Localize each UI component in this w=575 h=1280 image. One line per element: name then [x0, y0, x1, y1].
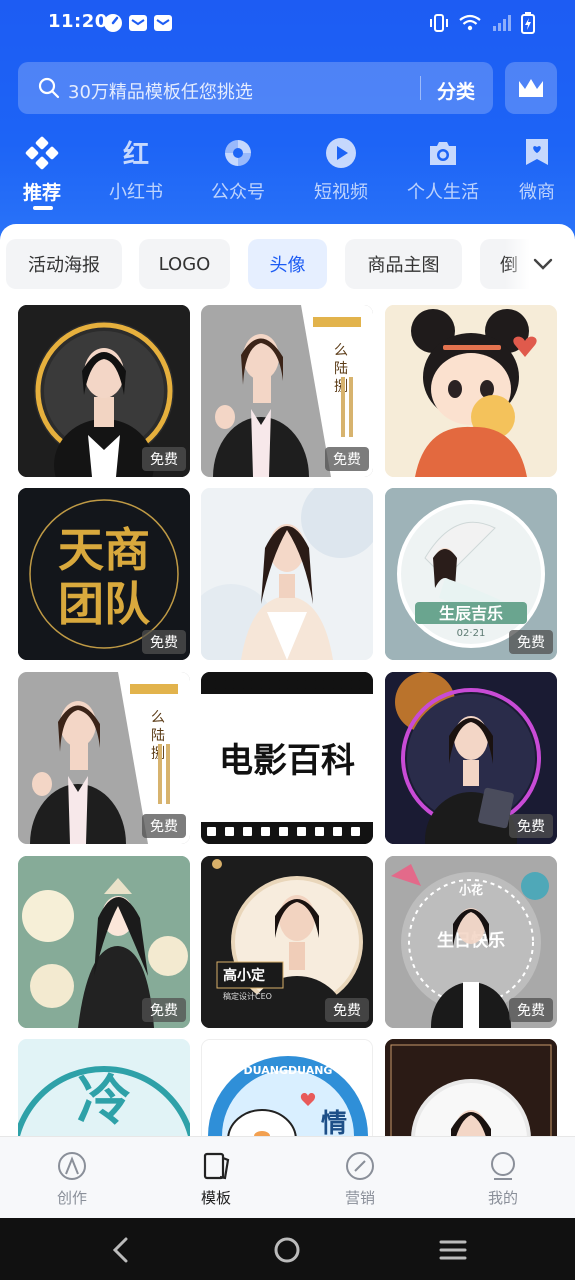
play-icon: [326, 138, 356, 168]
mail-icon: [129, 15, 147, 31]
card-title-text: 电影百科: [219, 741, 355, 781]
search-placeholder[interactable]: 30万精品模板任您挑选: [68, 78, 253, 104]
battery-icon: [521, 12, 535, 34]
tab-label: 个人生活: [407, 182, 479, 203]
chips-expand-button[interactable]: [505, 239, 575, 289]
nav-label: 模板: [200, 1189, 231, 1207]
crown-icon: [519, 79, 543, 97]
template-thumbnail: [385, 305, 557, 477]
chip-product-image[interactable]: 商品主图: [345, 239, 462, 289]
free-badge: 免费: [142, 630, 186, 654]
status-time: 11:20: [48, 11, 108, 32]
template-card[interactable]: 电影百科: [201, 672, 373, 844]
template-thumbnail: [201, 488, 373, 660]
tab-wechat-business[interactable]: 微商: [487, 130, 575, 204]
app-screen: 11:20 30万精品模板任您挑选 分类 推荐 红 小红书 公众号 短视频 个人…: [0, 0, 575, 1218]
status-bar: 11:20: [0, 0, 575, 48]
mail-icon: [154, 15, 172, 31]
tab-label: 公众号: [211, 182, 265, 203]
card-subtitle-text: 情: [321, 1109, 347, 1139]
template-card[interactable]: [385, 305, 557, 477]
nav-profile[interactable]: 我的: [463, 1151, 543, 1208]
home-icon[interactable]: [272, 1235, 302, 1265]
card-title-text: DUANGDUANG: [244, 1064, 333, 1077]
chip-event-poster[interactable]: 活动海报: [6, 239, 122, 289]
nav-label: 创作: [56, 1189, 87, 1207]
free-badge: 免费: [142, 814, 186, 838]
tab-active-indicator: [33, 206, 53, 210]
subcategory-chips: 活动海报 LOGO 头像 商品主图 倒: [0, 239, 575, 289]
create-icon: [58, 1152, 86, 1180]
template-card[interactable]: 天商 团队 免费: [18, 488, 190, 660]
bookmark-heart-icon: [526, 139, 548, 165]
chip-logo[interactable]: LOGO: [139, 239, 230, 289]
tab-label: 推荐: [22, 182, 61, 204]
card-title-text: 团队: [58, 577, 151, 631]
template-card[interactable]: 免费: [18, 305, 190, 477]
free-badge: 免费: [142, 447, 186, 471]
diamond-grid-icon: [25, 136, 59, 170]
chevron-down-icon: [533, 258, 553, 270]
speed-icon: [104, 14, 122, 32]
category-tabs: 推荐 红 小红书 公众号 短视频 个人生活 微商: [0, 130, 575, 220]
search-bar[interactable]: 30万精品模板任您挑选 分类: [18, 62, 493, 114]
tab-label: 小红书: [109, 182, 163, 203]
vibrate-icon: [430, 14, 448, 32]
card-title-text: 冷: [77, 1069, 131, 1132]
vip-button[interactable]: [505, 62, 557, 114]
profile-icon: [491, 1152, 515, 1180]
template-card[interactable]: 高小定 稿定设计CEO 免费: [201, 856, 373, 1028]
free-badge: 免费: [325, 447, 369, 471]
tab-recommend[interactable]: 推荐: [0, 130, 92, 205]
template-thumbnail: 电影百科: [201, 672, 373, 844]
card-title-text: 高小定: [223, 967, 265, 984]
search-icon: [38, 77, 60, 99]
tab-label: 微商: [519, 182, 555, 203]
card-subtitle-text: 02·21: [457, 628, 486, 639]
tab-label: 短视频: [314, 182, 368, 203]
free-badge: 免费: [325, 998, 369, 1022]
template-icon: [203, 1152, 230, 1180]
signal-icon: [493, 15, 511, 31]
search-divider: [420, 76, 421, 100]
template-card[interactable]: [201, 488, 373, 660]
nav-label: 我的: [487, 1189, 518, 1207]
free-badge: 免费: [142, 998, 186, 1022]
card-title-text: 生辰吉乐: [439, 604, 503, 623]
free-badge: 免费: [509, 630, 553, 654]
marketing-icon: [346, 1152, 374, 1180]
template-card[interactable]: 免费: [18, 856, 190, 1028]
template-card[interactable]: 免费: [385, 672, 557, 844]
card-subtitle-text: 稿定设计CEO: [223, 991, 272, 1001]
card-subtitle-text: 小花: [459, 882, 483, 897]
wechat-official-icon: [225, 140, 251, 166]
nav-label: 营销: [344, 1189, 375, 1207]
chip-avatar[interactable]: 头像: [248, 239, 327, 289]
tab-wechat-official[interactable]: 公众号: [188, 130, 288, 204]
template-card[interactable]: 小花 生日快乐 免费: [385, 856, 557, 1028]
camera-icon: [430, 142, 456, 165]
template-card[interactable]: 生辰吉乐 02·21 免费: [385, 488, 557, 660]
status-icons: [429, 12, 535, 34]
tab-short-video[interactable]: 短视频: [291, 130, 391, 204]
nav-marketing[interactable]: 营销: [320, 1151, 400, 1208]
system-navigation-bar: [0, 1218, 575, 1280]
bottom-navigation: 创作 模板 营销 我的: [0, 1136, 575, 1218]
free-badge: 免费: [509, 814, 553, 838]
template-card[interactable]: 么陆捌 免费: [201, 305, 373, 477]
wifi-icon: [459, 14, 481, 31]
xiaohongshu-icon: 红: [123, 139, 149, 169]
nav-template[interactable]: 模板: [176, 1151, 256, 1208]
card-title-text: 天商: [58, 523, 150, 577]
free-badge: 免费: [509, 998, 553, 1022]
svg-text:红: 红: [123, 139, 149, 169]
menu-icon[interactable]: [438, 1235, 468, 1265]
nav-create[interactable]: 创作: [32, 1151, 112, 1208]
back-icon[interactable]: [106, 1235, 136, 1265]
tab-personal-life[interactable]: 个人生活: [393, 130, 493, 204]
category-button[interactable]: 分类: [437, 77, 475, 104]
tab-xiaohongshu[interactable]: 红 小红书: [86, 130, 186, 204]
template-card[interactable]: 么陆捌 免费: [18, 672, 190, 844]
